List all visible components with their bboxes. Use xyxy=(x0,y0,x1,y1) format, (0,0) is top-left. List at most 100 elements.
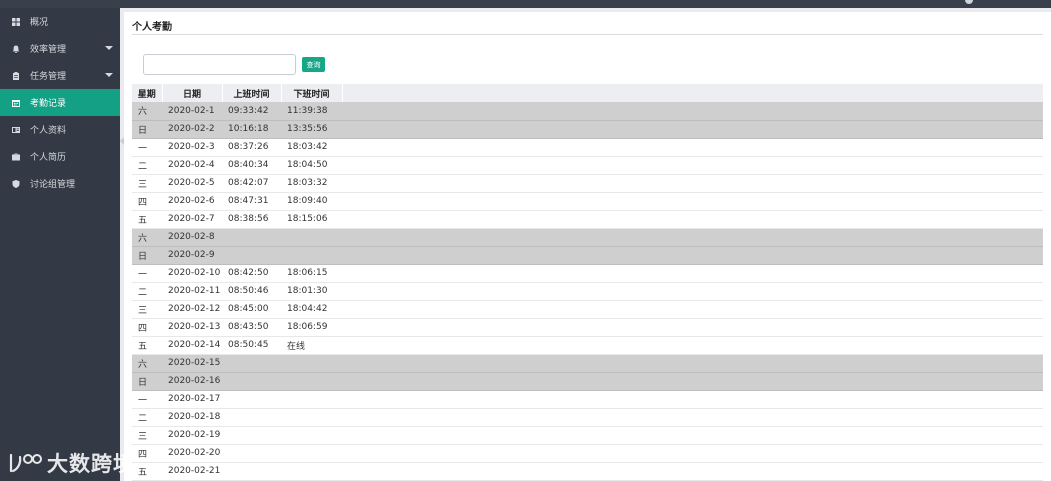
cell-filler xyxy=(342,408,1043,426)
cell-filler xyxy=(342,372,1043,390)
table-row: 日 2020-02-9 xyxy=(132,246,1043,264)
sidebar-item-attendance[interactable]: 考勤记录 xyxy=(0,89,120,116)
sidebar-item-efficiency[interactable]: 效率管理 xyxy=(0,35,120,62)
column-header-clock-in[interactable]: 上班时间 xyxy=(222,84,282,102)
table-row: 二 2020-02-18 xyxy=(132,408,1043,426)
cell-filler xyxy=(342,120,1043,138)
table-row: 五 2020-02-21 xyxy=(132,462,1043,480)
cell-date: 2020-02-18 xyxy=(168,412,221,422)
cell-weekday: 六 xyxy=(138,107,148,118)
sidebar-item-label: 效率管理 xyxy=(30,45,67,55)
table-row: 六 2020-02-15 xyxy=(132,354,1043,372)
table-row: 四 2020-02-6 08:47:31 18:09:40 xyxy=(132,192,1043,210)
id-card-icon xyxy=(12,126,20,134)
cell-clock-in xyxy=(222,426,281,444)
search-input[interactable] xyxy=(143,54,296,75)
shield-icon xyxy=(12,179,20,188)
cell-date: 2020-02-19 xyxy=(168,430,221,440)
cell-weekday: 四 xyxy=(138,449,148,460)
cell-date: 2020-02-15 xyxy=(168,358,221,368)
sidebar: 概况 效率管理 任务管理 考勤记录 个人资料 个人简历 讨论组管理 xyxy=(0,8,120,481)
cell-filler xyxy=(342,444,1043,462)
cell-clock-in xyxy=(222,390,281,408)
cell-date: 2020-02-12 xyxy=(168,304,221,314)
column-header-date[interactable]: 日期 xyxy=(162,84,223,102)
cell-weekday: 六 xyxy=(138,233,148,244)
cell-date: 2020-02-7 xyxy=(168,214,215,224)
cell-clock-out: 18:06:15 xyxy=(287,268,328,278)
column-header-weekday[interactable]: 星期 xyxy=(132,84,163,102)
cell-date: 2020-02-13 xyxy=(168,322,221,332)
cell-date: 2020-02-1 xyxy=(168,105,215,116)
sidebar-item-label: 概况 xyxy=(30,18,49,28)
sidebar-item-profile[interactable]: 个人资料 xyxy=(0,116,120,143)
cell-filler xyxy=(342,210,1043,228)
cell-filler xyxy=(342,336,1043,354)
cell-filler xyxy=(342,390,1043,408)
attendance-table: 星期 日期 上班时间 下班时间 六 2020-02-1 09:33:42 11:39:… xyxy=(132,84,1043,481)
cell-clock-out xyxy=(281,426,342,444)
cell-date: 2020-02-16 xyxy=(168,376,221,386)
watermark: 大数跨境 xyxy=(8,448,135,478)
table-row: 一 2020-02-10 08:42:50 18:06:15 xyxy=(132,264,1043,282)
sidebar-item-resume[interactable]: 个人简历 xyxy=(0,143,120,170)
cell-clock-in xyxy=(222,444,281,462)
table-body: 六 2020-02-1 09:33:42 11:39:38 日 2020-02-2 10:1… xyxy=(132,102,1043,480)
sidebar-item-tasks[interactable]: 任务管理 xyxy=(0,62,120,89)
dashboard-icon xyxy=(12,17,20,26)
bell-icon xyxy=(12,45,20,53)
cell-clock-in xyxy=(222,228,281,246)
cell-clock-out xyxy=(281,354,342,372)
cell-date: 2020-02-2 xyxy=(168,124,215,134)
cell-weekday: 四 xyxy=(138,323,148,334)
column-header-filler xyxy=(342,84,1043,102)
cell-filler xyxy=(342,282,1043,300)
cell-clock-in: 08:40:34 xyxy=(228,160,269,170)
cell-clock-in: 08:50:46 xyxy=(228,286,269,296)
cell-weekday: 三 xyxy=(138,431,148,442)
top-bar xyxy=(0,0,1051,8)
table-row: 日 2020-02-16 xyxy=(132,372,1043,390)
sidebar-item-label: 任务管理 xyxy=(30,72,67,82)
cell-filler xyxy=(342,156,1043,174)
cell-filler xyxy=(342,300,1043,318)
cell-filler xyxy=(342,102,1043,120)
cell-clock-out: 在线 xyxy=(287,341,306,352)
cell-filler xyxy=(342,228,1043,246)
divider xyxy=(132,34,1043,35)
cell-clock-out: 18:06:59 xyxy=(287,322,328,332)
attendance-panel: 个人考勤 查询 星期 日期 上班时间 下班时间 六 2020-02-1 09:33:… xyxy=(124,12,1051,481)
chevron-down-icon[interactable] xyxy=(105,46,113,50)
cell-clock-in: 08:50:45 xyxy=(228,340,269,350)
sidebar-item-label: 个人资料 xyxy=(30,126,67,136)
cell-date: 2020-02-21 xyxy=(168,466,221,476)
table-row: 三 2020-02-19 xyxy=(132,426,1043,444)
cell-clock-out: 18:04:50 xyxy=(287,160,328,170)
user-avatar[interactable] xyxy=(965,0,973,4)
cell-weekday: 一 xyxy=(138,143,148,154)
sidebar-item-overview[interactable]: 概况 xyxy=(0,8,120,35)
table-row: 二 2020-02-4 08:40:34 18:04:50 xyxy=(132,156,1043,174)
cell-date: 2020-02-10 xyxy=(168,268,221,278)
cell-clock-in: 08:45:00 xyxy=(228,304,269,314)
table-row: 三 2020-02-5 08:42:07 18:03:32 xyxy=(132,174,1043,192)
cell-clock-in: 08:42:50 xyxy=(228,268,269,278)
cell-date: 2020-02-3 xyxy=(168,142,215,152)
sidebar-item-discussion-groups[interactable]: 讨论组管理 xyxy=(0,170,120,197)
cell-date: 2020-02-14 xyxy=(168,340,221,350)
cell-weekday: 二 xyxy=(138,413,148,424)
cell-clock-in xyxy=(222,354,281,372)
chevron-down-icon[interactable] xyxy=(105,73,113,77)
cell-filler xyxy=(342,246,1043,264)
cell-clock-out xyxy=(281,390,342,408)
cell-clock-out xyxy=(281,444,342,462)
clipboard-icon xyxy=(12,71,20,80)
cell-clock-out: 18:03:42 xyxy=(287,142,328,152)
cell-date: 2020-02-4 xyxy=(168,160,215,170)
cell-weekday: 日 xyxy=(138,377,148,388)
column-header-clock-out[interactable]: 下班时间 xyxy=(281,84,343,102)
cell-weekday: 一 xyxy=(138,395,148,406)
search-button[interactable]: 查询 xyxy=(302,57,325,72)
table-row: 四 2020-02-13 08:43:50 18:06:59 xyxy=(132,318,1043,336)
sidebar-item-label: 讨论组管理 xyxy=(30,180,76,190)
